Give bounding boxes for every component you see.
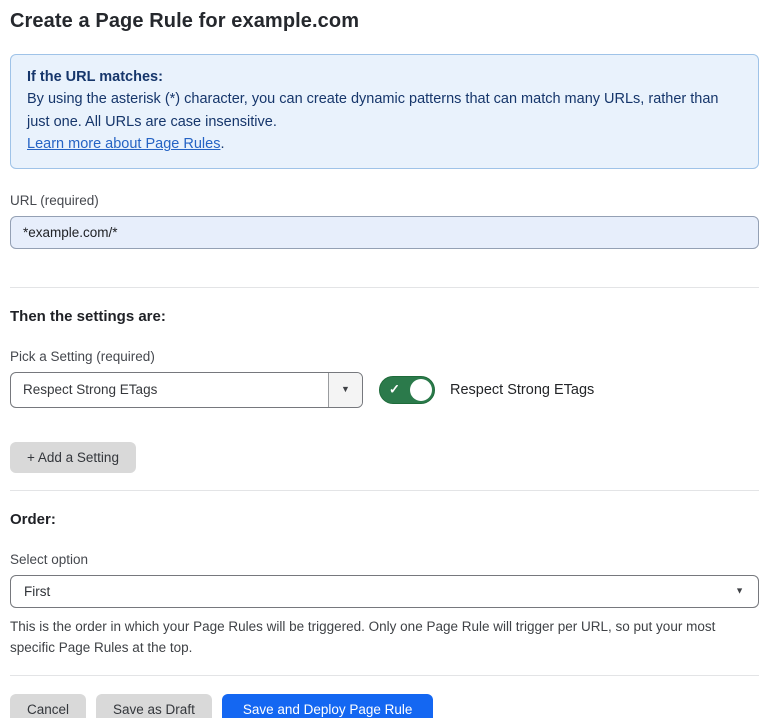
setting-row: Respect Strong ETags ▼ ✓ Respect Strong …	[10, 372, 759, 408]
link-period: .	[220, 136, 224, 152]
setting-select[interactable]: Respect Strong ETags ▼	[10, 372, 363, 408]
order-select-value: First	[24, 584, 50, 599]
etag-toggle[interactable]: ✓	[379, 376, 435, 404]
chevron-down-icon: ▼	[735, 587, 744, 596]
toggle-knob	[410, 379, 432, 401]
cancel-button[interactable]: Cancel	[10, 694, 86, 718]
save-draft-button[interactable]: Save as Draft	[96, 694, 212, 718]
section-divider	[10, 287, 759, 288]
url-match-info-box: If the URL matches: By using the asteris…	[10, 54, 759, 169]
save-deploy-button[interactable]: Save and Deploy Page Rule	[222, 694, 434, 718]
order-select[interactable]: First ▼	[10, 575, 759, 608]
settings-heading: Then the settings are:	[10, 308, 759, 325]
info-box-heading: If the URL matches:	[27, 66, 742, 88]
order-heading: Order:	[10, 511, 759, 528]
setting-select-value: Respect Strong ETags	[11, 373, 328, 407]
add-setting-button[interactable]: + Add a Setting	[10, 442, 136, 473]
pick-setting-label: Pick a Setting (required)	[10, 349, 759, 364]
info-box-link-line: Learn more about Page Rules.	[27, 133, 742, 155]
create-page-rule-panel: Create a Page Rule for example.com If th…	[0, 0, 769, 718]
section-divider	[10, 490, 759, 491]
order-help-text: This is the order in which your Page Rul…	[10, 616, 755, 659]
page-title: Create a Page Rule for example.com	[10, 10, 759, 33]
select-option-label: Select option	[10, 552, 759, 567]
url-input[interactable]	[10, 216, 759, 249]
setting-select-arrow-button[interactable]: ▼	[328, 373, 362, 407]
info-box-body: By using the asterisk (*) character, you…	[27, 88, 742, 133]
check-icon: ✓	[389, 382, 400, 398]
chevron-down-icon: ▼	[341, 385, 350, 394]
learn-more-link[interactable]: Learn more about Page Rules	[27, 136, 220, 152]
footer-divider	[10, 675, 759, 676]
toggle-label: Respect Strong ETags	[450, 382, 594, 398]
url-label: URL (required)	[10, 193, 759, 208]
footer-actions: Cancel Save as Draft Save and Deploy Pag…	[10, 694, 759, 718]
